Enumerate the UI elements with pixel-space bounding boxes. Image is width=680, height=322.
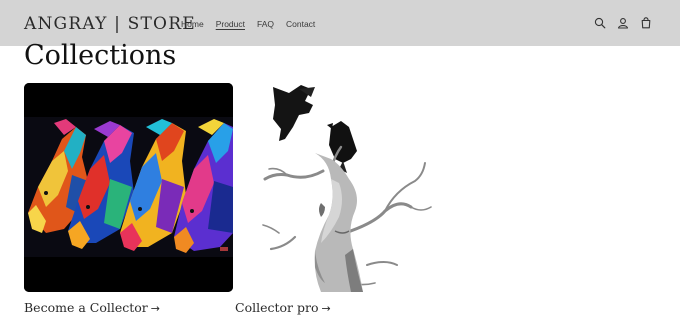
cart-icon[interactable] [640, 17, 652, 29]
account-icon[interactable] [617, 17, 629, 29]
nav-product[interactable]: Product [216, 19, 245, 29]
collection-image-ravens[interactable] [235, 83, 445, 292]
collection-image-horses[interactable] [24, 83, 233, 292]
store-logo[interactable]: ANGRAY | STORE [24, 14, 196, 34]
arrow-right-icon: → [321, 302, 331, 315]
collection-title[interactable]: Become a Collector [24, 300, 148, 315]
collection-link-label[interactable]: Collector pro → [235, 300, 331, 315]
collection-title[interactable]: Collector pro [235, 300, 318, 315]
main-nav: Home Product FAQ Contact [181, 19, 327, 29]
nav-home[interactable]: Home [181, 19, 204, 29]
page-title: Collections [24, 40, 177, 71]
ravens-sculpture-image [235, 83, 445, 292]
collection-link-label[interactable]: Become a Collector → [24, 300, 160, 315]
nav-faq[interactable]: FAQ [257, 19, 274, 29]
nav-contact[interactable]: Contact [286, 19, 315, 29]
horses-painting-image [24, 83, 233, 292]
header-icons [594, 17, 652, 29]
search-icon[interactable] [594, 17, 606, 29]
arrow-right-icon: → [150, 302, 160, 315]
